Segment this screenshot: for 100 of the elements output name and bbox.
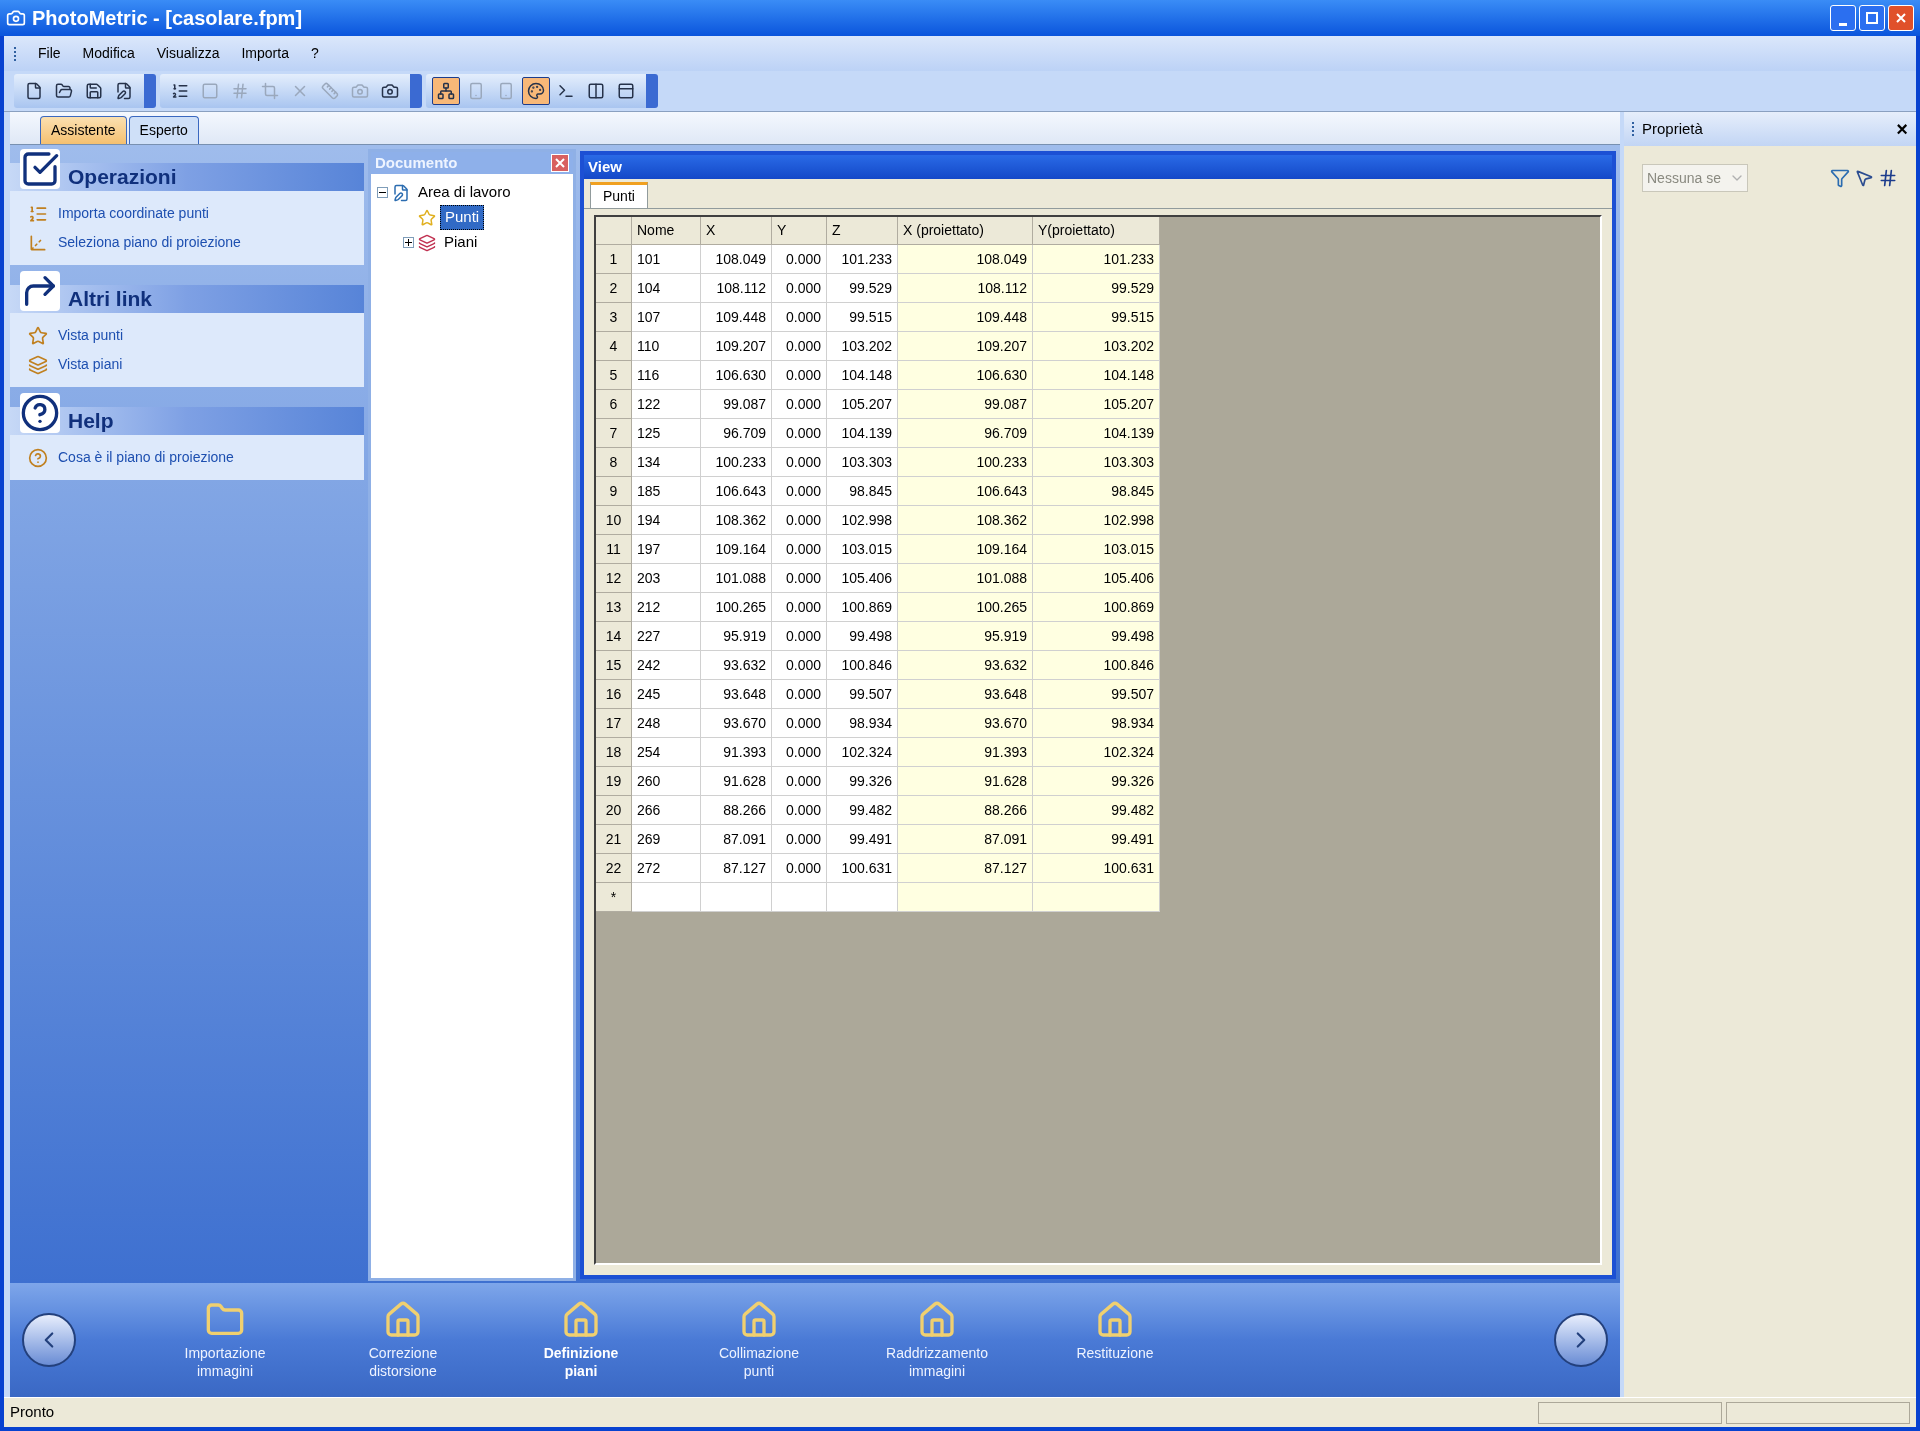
row-header[interactable]: 4 (596, 332, 632, 361)
task-link[interactable]: Importa coordinate punti (58, 203, 209, 224)
row-header[interactable]: 5 (596, 361, 632, 390)
table-cell (701, 883, 772, 912)
task-link[interactable]: Cosa è il piano di proiezione (58, 447, 234, 468)
table-cell: 98.845 (1033, 477, 1160, 506)
filter-icon[interactable] (1830, 168, 1850, 188)
table-cell: 105.207 (827, 390, 898, 419)
table-cell: 100.233 (701, 448, 772, 477)
table-cell: 102.324 (827, 738, 898, 767)
column-header[interactable]: X (701, 217, 772, 245)
table-cell: 254 (632, 738, 701, 767)
table-cell: 100.846 (1033, 651, 1160, 680)
row-header[interactable]: 19 (596, 767, 632, 796)
table-cell: 99.482 (1033, 796, 1160, 825)
row-header[interactable]: 1 (596, 245, 632, 274)
number-icon[interactable] (1878, 168, 1898, 188)
column-header[interactable]: Y(proiettato) (1033, 217, 1160, 245)
row-header[interactable]: 16 (596, 680, 632, 709)
row-header[interactable]: 13 (596, 593, 632, 622)
edit-icon (115, 82, 133, 100)
table-cell: 0.000 (772, 535, 827, 564)
row-header[interactable]: 14 (596, 622, 632, 651)
workflow-step[interactable]: Raddrizzamento immagini (848, 1300, 1026, 1380)
row-header[interactable]: 8 (596, 448, 632, 477)
column-header[interactable]: Z (827, 217, 898, 245)
close-icon (1895, 12, 1907, 24)
table-cell: 0.000 (772, 448, 827, 477)
expand-icon[interactable] (403, 237, 414, 248)
house-icon (739, 1300, 779, 1340)
close-button[interactable] (1888, 5, 1914, 31)
table-cell: 0.000 (772, 854, 827, 883)
maximize-button[interactable] (1859, 5, 1885, 31)
table-cell: 99.326 (827, 767, 898, 796)
row-header[interactable]: 15 (596, 651, 632, 680)
window-title: PhotoMetric - [casolare.fpm] (32, 6, 303, 31)
column-header[interactable]: Y (772, 217, 827, 245)
camera-icon (351, 82, 369, 100)
table-cell: 108.362 (701, 506, 772, 535)
column-header[interactable]: Nome (632, 217, 701, 245)
collapse-icon[interactable] (377, 187, 388, 198)
menu-item[interactable]: File (38, 43, 61, 64)
row-header[interactable]: 7 (596, 419, 632, 448)
row-header[interactable]: 9 (596, 477, 632, 506)
pointer-icon[interactable] (1854, 168, 1874, 188)
table-cell (827, 883, 898, 912)
table-cell: 102.998 (827, 506, 898, 535)
numbered-list-icon (171, 82, 189, 100)
close-button[interactable]: × (1896, 119, 1908, 139)
menu-item[interactable]: Modifica (82, 43, 135, 64)
toolbar-button[interactable] (522, 77, 550, 105)
view-tab[interactable]: Punti (590, 182, 648, 208)
workflow-step[interactable]: Importazione immagini (136, 1300, 314, 1380)
row-header[interactable]: 3 (596, 303, 632, 332)
workflow-step[interactable]: Correzione distorsione (314, 1300, 492, 1380)
mode-tab[interactable]: Esperto (128, 116, 199, 144)
close-icon (555, 158, 565, 168)
table-cell: 99.507 (1033, 680, 1160, 709)
row-header[interactable]: 12 (596, 564, 632, 593)
workflow-step[interactable]: Restituzione (1026, 1300, 1204, 1380)
row-header[interactable]: 2 (596, 274, 632, 303)
back-button[interactable] (22, 1313, 76, 1367)
workflow-step[interactable]: Collimazione punti (670, 1300, 848, 1380)
menu-item[interactable]: Importa (241, 43, 289, 64)
table-cell: 108.112 (898, 274, 1033, 303)
row-header[interactable]: 20 (596, 796, 632, 825)
next-button[interactable] (1554, 1313, 1608, 1367)
tree-item[interactable]: Piani (440, 231, 482, 254)
row-header[interactable]: 11 (596, 535, 632, 564)
table-cell: 106.643 (898, 477, 1033, 506)
table-cell: 108.362 (898, 506, 1033, 535)
row-header[interactable]: 22 (596, 854, 632, 883)
table-cell: 100.265 (898, 593, 1033, 622)
workflow-step[interactable]: Definizione piani (492, 1300, 670, 1380)
minimize-icon (1839, 22, 1847, 26)
toolbar-button[interactable] (432, 77, 460, 105)
column-header[interactable]: X (proiettato) (898, 217, 1033, 245)
task-link[interactable]: Vista punti (58, 325, 124, 346)
row-header[interactable]: * (596, 883, 632, 912)
tree-item[interactable]: Punti (440, 205, 485, 230)
table-cell: 100.265 (701, 593, 772, 622)
section-icon (20, 271, 60, 311)
menu-item[interactable]: Visualizza (156, 43, 220, 64)
row-header[interactable]: 6 (596, 390, 632, 419)
task-link[interactable]: Seleziona piano di proiezione (58, 232, 241, 253)
table-cell: 102.324 (1033, 738, 1160, 767)
row-header[interactable]: 18 (596, 738, 632, 767)
row-header[interactable]: 21 (596, 825, 632, 854)
row-header[interactable]: 17 (596, 709, 632, 738)
tree-item[interactable]: Area di lavoro (414, 181, 515, 204)
task-link[interactable]: Vista piani (58, 354, 123, 375)
close-button[interactable] (551, 154, 569, 172)
row-header[interactable]: 10 (596, 506, 632, 535)
ruler-icon (321, 82, 339, 100)
table-cell: 194 (632, 506, 701, 535)
menu-item[interactable]: ? (310, 43, 319, 64)
table-cell: 0.000 (772, 564, 827, 593)
minimize-button[interactable] (1830, 5, 1856, 31)
camera-icon (381, 82, 399, 100)
mode-tab[interactable]: Assistente (40, 116, 127, 144)
